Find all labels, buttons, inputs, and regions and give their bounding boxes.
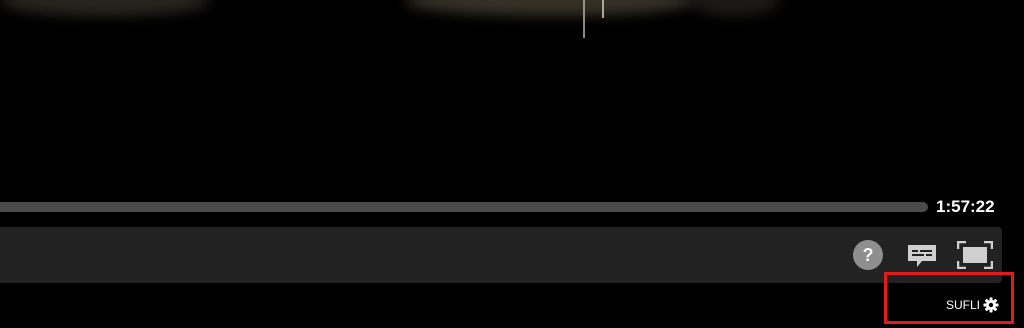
video-frame[interactable] (0, 0, 1024, 195)
video-highlight (0, 0, 210, 16)
progress-row: 1:57:22 (0, 196, 1024, 218)
video-highlight (405, 0, 695, 16)
fullscreen-button[interactable] (956, 240, 994, 270)
video-highlight (690, 0, 780, 16)
video-light-streak (602, 0, 604, 18)
video-player: 1:57:22 ? SUFLI (0, 0, 1024, 328)
captions-button[interactable] (906, 243, 938, 269)
duration-label: 1:57:22 (936, 197, 995, 216)
help-icon: ? (862, 245, 874, 265)
fullscreen-icon (956, 240, 994, 270)
gear-icon (983, 297, 999, 313)
progress-bar[interactable] (0, 202, 928, 212)
video-light-streak (583, 0, 585, 38)
settings-button[interactable]: SUFLI (946, 295, 999, 315)
captions-icon (908, 245, 936, 267)
help-button[interactable]: ? (853, 240, 883, 270)
settings-label: SUFLI (946, 298, 981, 312)
control-bar (0, 227, 1002, 283)
